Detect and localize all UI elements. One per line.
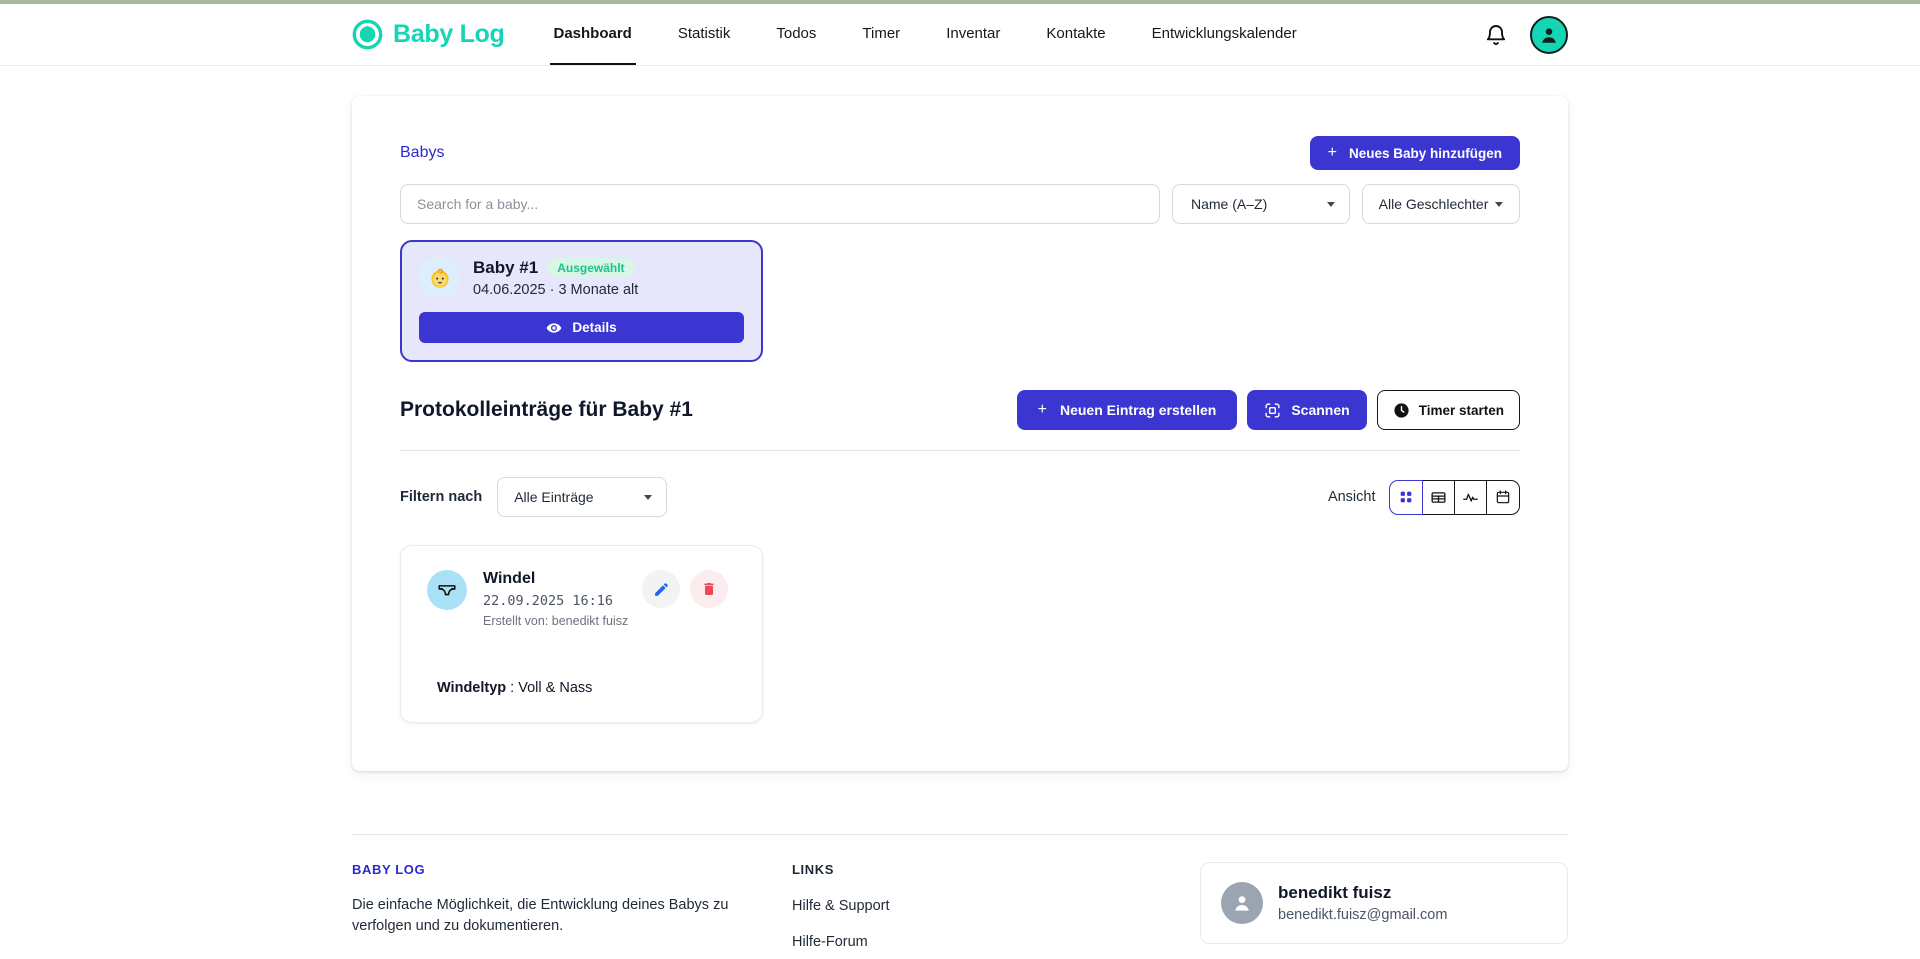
nav-item-timer[interactable]: Timer	[858, 4, 904, 65]
trash-icon	[701, 581, 717, 597]
scan-button-label: Scannen	[1291, 402, 1349, 418]
activity-wave-icon	[1462, 489, 1479, 506]
footer-link-hilfe-support[interactable]: Hilfe & Support	[792, 898, 1092, 914]
nav-item-inventar[interactable]: Inventar	[942, 4, 1004, 65]
add-baby-button-label: Neues Baby hinzufügen	[1349, 146, 1502, 161]
footer-user-avatar	[1221, 882, 1263, 924]
pencil-icon	[653, 581, 670, 598]
chevron-down-icon	[1327, 202, 1335, 207]
table-icon	[1430, 489, 1447, 506]
edit-entry-button[interactable]	[642, 570, 680, 608]
clock-icon	[1393, 402, 1410, 419]
plus-icon: +	[1328, 144, 1337, 162]
footer-user-name: benedikt fuisz	[1278, 883, 1447, 903]
baby-face-emoji	[428, 266, 452, 290]
dashboard-panel: Babys + Neues Baby hinzufügen Name (A–Z)…	[352, 96, 1568, 771]
footer-user-email: benedikt.fuisz@gmail.com	[1278, 907, 1447, 923]
entry-detail-label: Windeltyp	[437, 680, 506, 696]
chevron-down-icon	[1495, 202, 1503, 207]
navbar: Baby Log Dashboard Statistik Todos Timer…	[0, 4, 1920, 66]
timeline-view-button[interactable]	[1454, 480, 1488, 515]
baby-face-icon	[352, 19, 383, 50]
create-entry-button[interactable]: + Neuen Eintrag erstellen	[1017, 390, 1238, 430]
bell-icon	[1484, 23, 1508, 47]
entry-detail-row: Windeltyp : Voll & Nass	[427, 680, 742, 696]
gender-filter-value: Alle Geschlechter	[1379, 196, 1489, 212]
person-icon	[1230, 891, 1254, 915]
baby-details-button[interactable]: Details	[419, 312, 744, 343]
view-label: Ansicht	[1328, 489, 1376, 505]
entry-filter-select[interactable]: Alle Einträge	[497, 477, 667, 517]
log-entry-card[interactable]: Windel 22.09.2025 16:16 Erstellt von: be…	[400, 545, 763, 723]
entry-created-by: Erstellt von: benedikt fuisz	[483, 614, 628, 628]
nav-item-entwicklungskalender[interactable]: Entwicklungskalender	[1148, 4, 1301, 65]
entry-detail-value: Voll & Nass	[518, 680, 592, 696]
sort-select[interactable]: Name (A–Z)	[1172, 184, 1350, 224]
selected-badge: Ausgewählt	[547, 258, 634, 278]
calendar-view-button[interactable]	[1486, 480, 1520, 515]
grid-view-button[interactable]	[1389, 480, 1423, 515]
nav-item-dashboard[interactable]: Dashboard	[550, 4, 636, 65]
delete-entry-button[interactable]	[690, 570, 728, 608]
nav-item-kontakte[interactable]: Kontakte	[1042, 4, 1109, 65]
babys-section-title: Babys	[400, 144, 444, 162]
footer-brand-title: BABY LOG	[352, 862, 792, 877]
footer: BABY LOG Die einfache Möglichkeit, die E…	[0, 834, 1920, 950]
calendar-icon	[1495, 489, 1511, 505]
chevron-down-icon	[644, 495, 652, 500]
baby-meta: 04.06.2025 · 3 Monate alt	[473, 282, 638, 298]
entry-datetime: 22.09.2025 16:16	[483, 593, 628, 609]
brand-logo[interactable]: Baby Log	[352, 4, 505, 65]
footer-user-card[interactable]: benedikt fuisz benedikt.fuisz@gmail.com	[1200, 862, 1568, 944]
scan-button[interactable]: Scannen	[1247, 390, 1366, 430]
entry-title: Windel	[483, 570, 628, 588]
entry-filter-value: Alle Einträge	[514, 489, 593, 505]
filter-label: Filtern nach	[400, 489, 482, 505]
entry-detail-separator: :	[506, 680, 518, 696]
baby-name: Baby #1	[473, 258, 538, 278]
grid-icon	[1398, 489, 1414, 505]
eye-icon	[546, 320, 562, 336]
add-baby-button[interactable]: + Neues Baby hinzufügen	[1310, 136, 1520, 170]
baby-search-input[interactable]	[400, 184, 1160, 224]
main-nav: Dashboard Statistik Todos Timer Inventar…	[531, 4, 1320, 65]
notifications-button[interactable]	[1484, 23, 1508, 47]
entries-section-title: Protokolleinträge für Baby #1	[400, 398, 693, 422]
baby-details-button-label: Details	[572, 320, 616, 335]
section-divider	[400, 450, 1520, 451]
start-timer-button[interactable]: Timer starten	[1377, 390, 1520, 430]
diaper-icon	[436, 579, 458, 601]
start-timer-button-label: Timer starten	[1419, 403, 1504, 418]
brand-name: Baby Log	[393, 20, 505, 49]
sort-select-value: Name (A–Z)	[1191, 196, 1267, 212]
gender-filter-select[interactable]: Alle Geschlechter	[1362, 184, 1520, 224]
entry-category-avatar	[427, 570, 467, 610]
baby-avatar	[419, 257, 460, 298]
nav-item-todos[interactable]: Todos	[772, 4, 820, 65]
user-menu-button[interactable]	[1530, 16, 1568, 54]
table-view-button[interactable]	[1421, 480, 1455, 515]
nav-item-statistik[interactable]: Statistik	[674, 4, 735, 65]
create-entry-button-label: Neuen Eintrag erstellen	[1060, 402, 1216, 418]
footer-links-title: LINKS	[792, 862, 1092, 877]
scan-icon	[1264, 402, 1281, 419]
plus-icon: +	[1038, 401, 1047, 419]
view-toggle-group	[1389, 480, 1521, 515]
user-avatar-icon	[1538, 24, 1560, 46]
baby-card[interactable]: Baby #1 Ausgewählt 04.06.2025 · 3 Monate…	[400, 240, 763, 362]
footer-description: Die einfache Möglichkeit, die Entwicklun…	[352, 895, 792, 937]
footer-link-hilfe-forum[interactable]: Hilfe-Forum	[792, 934, 1092, 950]
footer-divider	[352, 834, 1568, 835]
